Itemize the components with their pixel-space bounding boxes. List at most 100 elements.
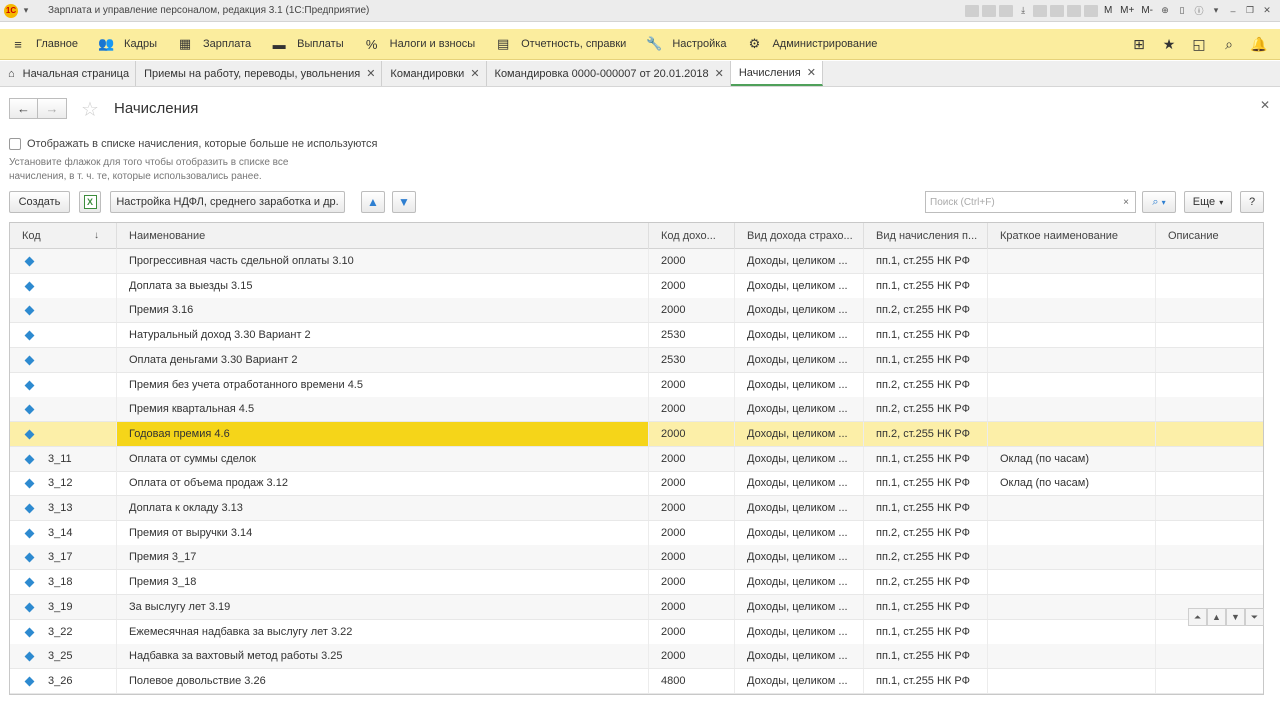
tab-business-trip-doc[interactable]: Командировка 0000-000007 от 20.01.2018 ✕	[487, 61, 731, 86]
table-row[interactable]: 3_18 Премия 3_18 2000 Доходы, целиком ... пп…	[10, 570, 1263, 596]
cell-description[interactable]	[1156, 471, 1263, 495]
cell-income-code[interactable]: 2000	[649, 273, 735, 298]
cell-income-code[interactable]: 2000	[649, 446, 735, 471]
cell-income-kind[interactable]: Доходы, целиком ...	[735, 545, 864, 570]
cell-description[interactable]	[1156, 644, 1263, 668]
cell-description[interactable]	[1156, 496, 1263, 520]
table-row[interactable]: 3_19 За выслугу лет 3.19 2000 Доходы, целик…	[10, 594, 1263, 620]
menu-item-personnel[interactable]: 👥 Кадры	[88, 29, 167, 60]
excel-export-button[interactable]: X	[79, 191, 101, 213]
cell-name[interactable]: Натуральный доход 3.30 Вариант 2	[117, 323, 649, 348]
cell-income-kind[interactable]: Доходы, целиком ...	[735, 249, 864, 273]
cell-code[interactable]: 3_26	[36, 668, 117, 693]
cell-accrual-kind[interactable]: пп.2, ст.255 НК РФ	[864, 397, 988, 422]
cell-accrual-kind[interactable]: пп.1, ст.255 НК РФ	[864, 323, 988, 348]
preview-icon[interactable]	[982, 4, 997, 17]
cell-accrual-kind[interactable]: пп.1, ст.255 НК РФ	[864, 273, 988, 298]
back-arrow-icon[interactable]: ←	[9, 98, 38, 119]
cell-name[interactable]: Годовая премия 4.6	[117, 421, 649, 446]
cell-income-kind[interactable]: Доходы, целиком ...	[735, 323, 864, 348]
cell-accrual-kind[interactable]: пп.2, ст.255 НК РФ	[864, 520, 988, 545]
table-row[interactable]: Премия без учета отработанного времени 4…	[10, 372, 1263, 398]
save-icon[interactable]	[1050, 4, 1065, 17]
cell-name[interactable]: Доплата к окладу 3.13	[117, 496, 649, 520]
scroll-to-bottom-icon[interactable]: ⏷	[1245, 608, 1264, 626]
table-row[interactable]: 3_11 Оплата от суммы сделок 2000 Доходы, це…	[10, 446, 1263, 472]
cell-description[interactable]	[1156, 373, 1263, 397]
table-row[interactable]: Премия 3.16 2000 Доходы, целиком ... пп.2, …	[10, 298, 1263, 324]
cell-code[interactable]	[36, 323, 117, 348]
cell-income-kind[interactable]: Доходы, целиком ...	[735, 446, 864, 471]
print-icon[interactable]	[965, 4, 980, 17]
column-header-code[interactable]: Код	[10, 223, 117, 249]
cell-short-name[interactable]	[988, 496, 1156, 520]
tab-business-trips[interactable]: Командировки ✕	[382, 61, 487, 86]
document-icon[interactable]	[1033, 4, 1048, 17]
menu-item-payments[interactable]: ▬ Выплаты	[261, 29, 353, 60]
cell-income-code[interactable]: 2000	[649, 372, 735, 397]
cell-accrual-kind[interactable]: пп.1, ст.255 НК РФ	[864, 594, 988, 619]
info-icon[interactable]: ⓘ	[1192, 4, 1206, 18]
clear-search-icon[interactable]: ×	[1117, 191, 1136, 213]
tab-accruals[interactable]: Начисления ✕	[730, 61, 823, 86]
cell-short-name[interactable]	[988, 273, 1156, 298]
cell-name[interactable]: За выслугу лет 3.19	[117, 594, 649, 619]
cell-income-kind[interactable]: Доходы, целиком ...	[735, 594, 864, 619]
restore-icon[interactable]: ❐	[1243, 4, 1257, 18]
cell-short-name[interactable]	[988, 619, 1156, 644]
table-row[interactable]: 3_13 Доплата к окладу 3.13 2000 Доходы, цел…	[10, 496, 1263, 521]
show-unused-checkbox[interactable]	[9, 138, 21, 150]
table-row[interactable]: Годовая премия 4.6 2000 Доходы, целиком ..…	[10, 421, 1263, 447]
table-row[interactable]: 3_12 Оплата от объема продаж 3.12 2000 Дохо…	[10, 471, 1263, 497]
cell-name[interactable]: Премия без учета отработанного времени 4…	[117, 372, 649, 397]
create-button[interactable]: Создать	[9, 191, 70, 213]
table-row[interactable]: 3_25 Надбавка за вахтовый метод работы 3.…	[10, 644, 1263, 670]
table-row[interactable]: 3_26 Полевое довольствие 3.26 4800 Доходы, …	[10, 668, 1263, 694]
close-icon[interactable]: ✕	[715, 67, 724, 80]
cell-income-kind[interactable]: Доходы, целиком ...	[735, 273, 864, 298]
chevron-down-icon[interactable]: ▾	[20, 4, 32, 18]
cell-income-code[interactable]: 2000	[649, 644, 735, 669]
cell-name[interactable]: Премия 3_17	[117, 545, 649, 570]
cell-name[interactable]: Премия 3.16	[117, 298, 649, 323]
cell-code[interactable]	[36, 397, 117, 422]
zoom-icon[interactable]: ⊕	[1158, 4, 1172, 18]
cell-short-name[interactable]	[988, 520, 1156, 545]
favorite-star-icon[interactable]: ☆	[81, 97, 99, 122]
cell-accrual-kind[interactable]: пп.1, ст.255 НК РФ	[864, 619, 988, 644]
cell-accrual-kind[interactable]: пп.2, ст.255 НК РФ	[864, 545, 988, 570]
close-icon[interactable]: ✕	[366, 67, 375, 80]
cell-description[interactable]	[1156, 422, 1263, 446]
cell-description[interactable]	[1156, 397, 1263, 421]
cell-code[interactable]: 3_19	[36, 594, 117, 619]
cell-code[interactable]: 3_25	[36, 644, 117, 669]
cell-short-name[interactable]	[988, 323, 1156, 348]
cell-name[interactable]: Ежемесячная надбавка за выслугу лет 3.22	[117, 619, 649, 644]
cell-income-code[interactable]: 2000	[649, 471, 735, 496]
cell-code[interactable]: 3_13	[36, 496, 117, 520]
cell-description[interactable]	[1156, 521, 1263, 545]
cell-code[interactable]: 3_18	[36, 570, 117, 595]
cell-code[interactable]	[36, 372, 117, 397]
cell-name[interactable]: Премия от выручки 3.14	[117, 520, 649, 545]
menu-item-administration[interactable]: ⚙ Администрирование	[736, 29, 887, 60]
cell-description[interactable]	[1156, 298, 1263, 322]
column-header-accrual-kind[interactable]: Вид начисления п...	[864, 223, 988, 249]
cell-code[interactable]: 3_14	[36, 520, 117, 545]
cell-name[interactable]: Оплата деньгами 3.30 Вариант 2	[117, 347, 649, 372]
cell-income-code[interactable]: 2000	[649, 298, 735, 323]
close-icon[interactable]: ✕	[470, 67, 479, 80]
table-row[interactable]: 3_14 Премия от выручки 3.14 2000 Доходы, це…	[10, 520, 1263, 546]
cell-code[interactable]: 3_12	[36, 471, 117, 496]
cell-income-kind[interactable]: Доходы, целиком ...	[735, 570, 864, 595]
panels-icon[interactable]: ▯	[1175, 4, 1189, 18]
cell-accrual-kind[interactable]: пп.1, ст.255 НК РФ	[864, 471, 988, 496]
menu-item-main[interactable]: ≡ Главное	[0, 29, 88, 60]
cell-name[interactable]: Прогрессивная часть сдельной оплаты 3.10	[117, 249, 649, 273]
help-button[interactable]: ?	[1240, 191, 1264, 213]
grid-menu-icon[interactable]: ⊞	[1126, 31, 1152, 57]
cell-income-code[interactable]: 2000	[649, 594, 735, 619]
app-logo-icon[interactable]: 1С	[4, 3, 18, 18]
table-row[interactable]: Доплата за выезды 3.15 2000 Доходы, целико…	[10, 273, 1263, 299]
cell-short-name[interactable]	[988, 347, 1156, 372]
